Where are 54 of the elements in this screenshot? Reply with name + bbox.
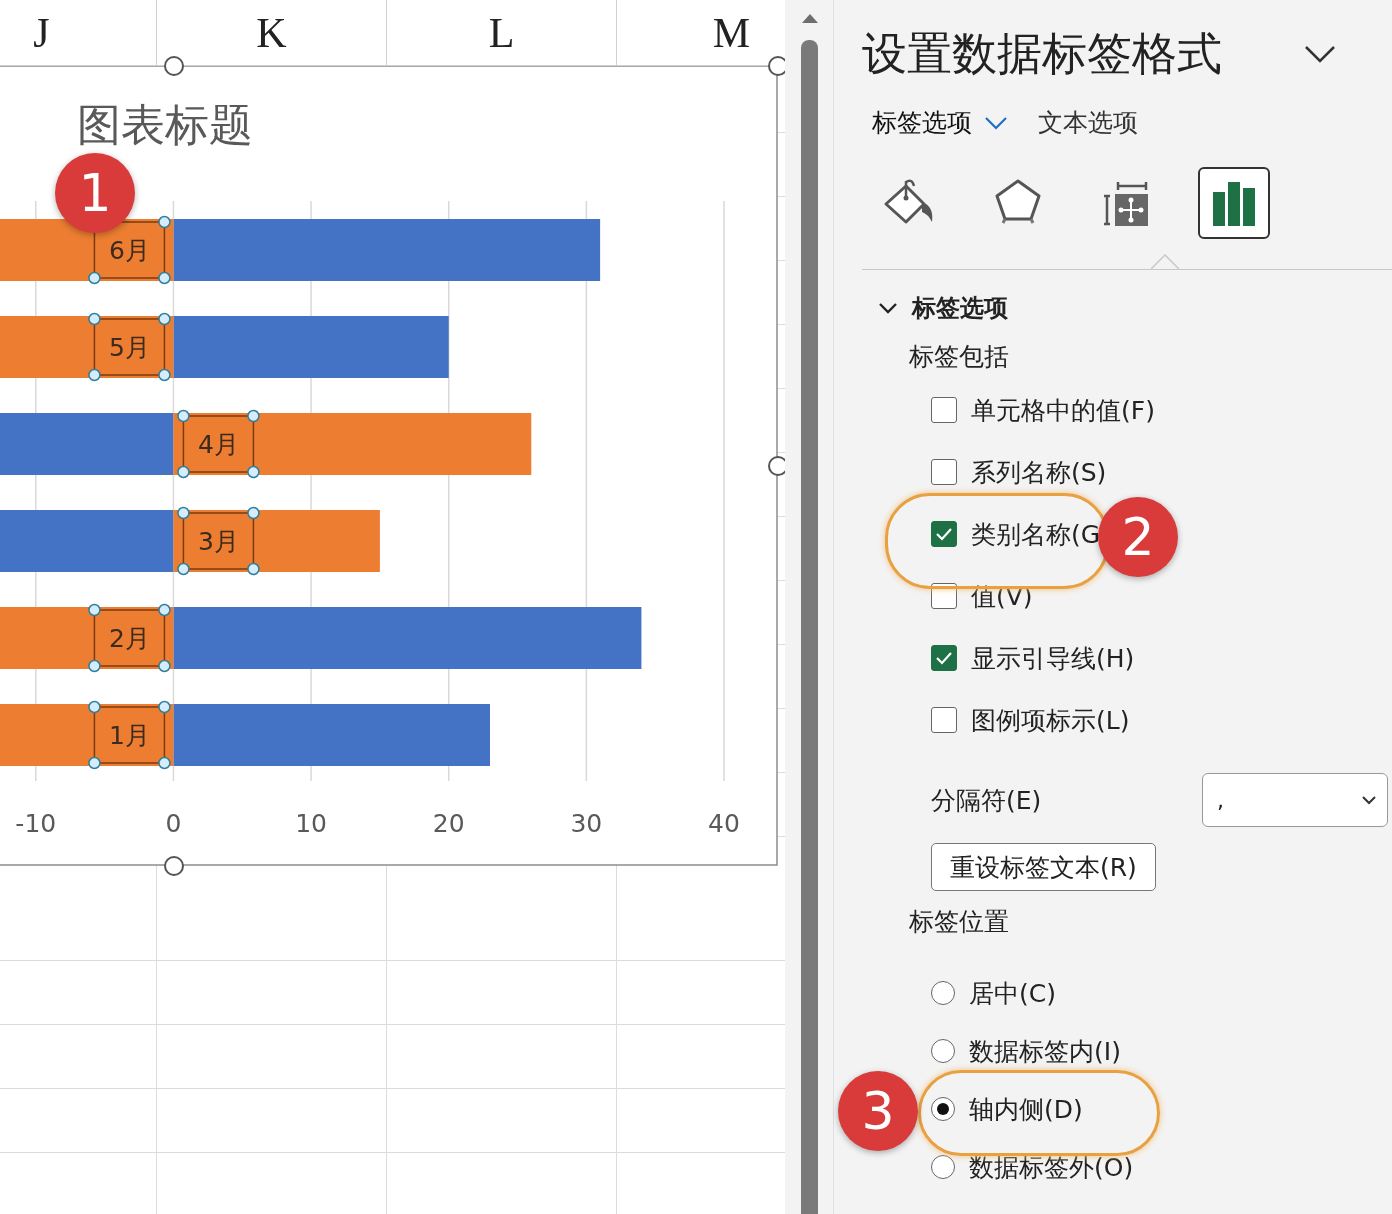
resize-handle[interactable] (768, 56, 785, 76)
y-tick-label: 1月 (108, 721, 150, 750)
axis-tick-label: 20 (432, 809, 465, 838)
tab[interactable]: 标签选项 (872, 106, 1008, 139)
y-tick-label: 4月 (197, 430, 239, 459)
radio-label[interactable]: 数据标签内(I) (969, 1034, 1121, 1068)
checkbox-label[interactable]: 类别名称(G (971, 517, 1101, 551)
group-heading: 标签包括 (909, 341, 1010, 373)
checkbox[interactable] (931, 397, 957, 423)
radio-button[interactable] (931, 1097, 955, 1121)
checkbox-label[interactable]: 系列名称(S) (971, 455, 1107, 489)
radio-label[interactable]: 轴内侧(D) (969, 1092, 1083, 1126)
separator-label: 分隔符(E) (931, 784, 1042, 817)
radio-button[interactable] (931, 1155, 955, 1179)
scroll-up-icon[interactable] (801, 12, 819, 24)
checkbox[interactable] (931, 583, 957, 609)
y-tick-label: 3月 (197, 527, 239, 556)
group-heading: 标签位置 (909, 906, 1010, 938)
y-tick-label: 5月 (108, 333, 150, 362)
radio-label[interactable]: 数据标签外(O) (969, 1150, 1134, 1184)
chevron-down-icon[interactable] (1361, 795, 1377, 805)
checkbox-label[interactable]: 图例项标示(L) (971, 703, 1130, 737)
checkmark-icon (934, 526, 954, 542)
radio-button[interactable] (931, 1039, 955, 1063)
checkbox[interactable] (931, 521, 957, 547)
column-header[interactable]: J (0, 0, 157, 65)
checkbox[interactable] (931, 645, 957, 671)
checkbox-label[interactable]: 单元格中的值(F) (971, 393, 1155, 427)
pane-title: 设置数据标签格式 (862, 26, 1222, 82)
y-tick-label: 2月 (108, 624, 150, 653)
axis-tick-label: -10 (15, 809, 57, 838)
chevron-down-icon[interactable] (1304, 44, 1336, 64)
tab[interactable]: 文本选项 (1038, 106, 1138, 139)
reset-label-text-button[interactable]: 重设标签文本(R) (931, 843, 1156, 891)
chevron-down-icon[interactable] (878, 301, 898, 315)
separator-dropdown[interactable]: , (1202, 773, 1388, 827)
resize-handle[interactable] (164, 856, 184, 876)
axis-tick-label: 0 (165, 809, 182, 838)
axis-tick-label: 10 (295, 809, 327, 838)
axis-tick-label: 30 (570, 809, 603, 838)
bar-chart-icon[interactable] (1198, 167, 1270, 239)
radio-label[interactable]: 居中(C) (969, 976, 1056, 1010)
checkbox[interactable] (931, 459, 957, 485)
y-tick-label: 6月 (108, 236, 150, 265)
checkbox-label[interactable]: 显示引导线(H) (971, 641, 1135, 675)
column-header[interactable]: L (387, 0, 617, 65)
chart-title: 图表标题 (77, 99, 253, 150)
scrollbar-thumb[interactable] (801, 40, 818, 1214)
checkmark-icon (934, 650, 954, 666)
axis-tick-label: 40 (708, 809, 740, 838)
checkbox[interactable] (931, 707, 957, 733)
radio-button[interactable] (931, 981, 955, 1005)
section-title[interactable]: 标签选项 (912, 292, 1008, 324)
resize-handle[interactable] (164, 56, 184, 76)
